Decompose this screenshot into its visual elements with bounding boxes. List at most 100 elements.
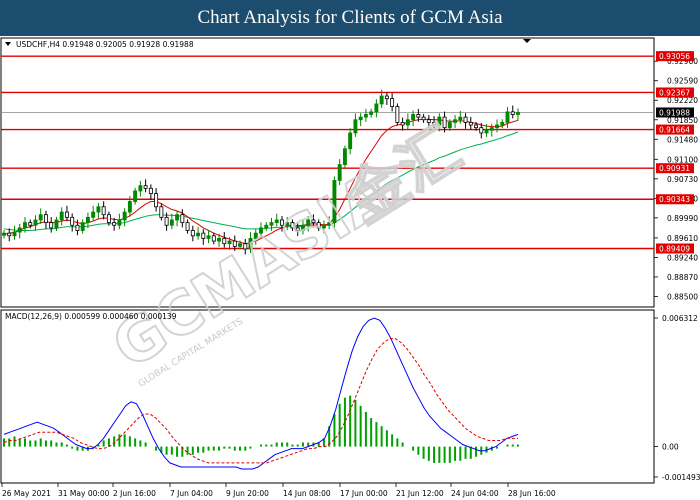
candle-body [390,98,395,107]
candle-body [211,235,216,242]
price-tick-label-6: 0.90730 [667,175,698,184]
macd-histogram [3,395,519,463]
candle-body [348,132,353,150]
candle-body [405,119,410,126]
candle-body [112,222,117,226]
candle-body [453,119,458,123]
level-label-3: 0.90931 [659,164,690,173]
candle-body [143,185,148,189]
time-tick-label-5: 14 Jun 08:00 [283,489,331,498]
candle-body [2,232,6,236]
price-chart: GCMASIA 金汇 GLOBAL CAPITAL MARKETS 0.9296… [0,37,700,498]
candle-body [12,231,17,237]
price-tick-label-12: 0.88500 [667,292,698,301]
price-tick-label-8: 0.89990 [667,214,698,223]
candle-body [379,95,384,105]
candle-body [59,211,64,221]
price-tick-label-4: 0.91480 [667,135,698,144]
macd-tick-label-0: 0.006312 [662,314,698,323]
candle-body [33,219,38,226]
candle-body [70,216,75,226]
candle-body [495,124,499,129]
candle-body [468,121,473,126]
candle-body [358,116,363,121]
candle-body [117,219,122,226]
candle-body [23,222,27,229]
macd-axis: 0.006312 0.00 -0.001493 [654,314,700,482]
candle-body [180,214,185,224]
time-tick-label-2: 2 Jun 16:00 [113,489,156,498]
candle-body [463,116,468,123]
candle-body [7,232,12,237]
candle-body [64,211,69,218]
candle-body [442,116,447,129]
candle-body [138,185,143,192]
candle-body [54,219,59,229]
candle-body [175,214,180,221]
candle-body [222,238,227,245]
candle-body [101,206,106,216]
main-panel-frame [0,37,655,308]
time-tick-label-8: 24 Jun 04:00 [451,489,499,498]
level-label-2: 0.91664 [659,126,690,135]
candle-body [159,206,164,218]
candle-body [516,111,520,115]
candle-body [489,127,494,131]
header-dropdown-icon[interactable] [5,42,11,46]
level-label-5: 0.89409 [659,245,690,254]
candle-body [148,187,153,194]
candle-body [190,230,195,237]
candle-body [169,219,174,226]
time-tick-label-0: 26 May 2021 [2,489,51,498]
candle-body [91,211,96,218]
candle-body [164,216,169,226]
candle-body [447,121,452,129]
candle-body [133,190,138,202]
candle-body [416,114,421,118]
candle-body [479,127,484,134]
candle-body [75,224,80,231]
candle-body [28,222,33,226]
time-axis: 26 May 2021 31 May 00:00 2 Jun 16:00 7 Jun … [1,483,556,498]
price-tick-label-1: 0.92590 [667,77,698,86]
candle-body [185,222,190,231]
candle-body [384,95,389,100]
current-price-label: 0.91988 [659,108,690,117]
candle-body [106,214,111,224]
macd-signal-line [3,338,518,464]
candle-body [353,119,358,134]
candle-body [484,129,489,134]
price-tick-label-5: 0.91100 [667,155,698,164]
candle-body [217,238,221,242]
candle-body [374,103,379,113]
candle-body [411,114,416,121]
candle-body [17,227,22,233]
candle-body [49,222,54,229]
time-tick-label-1: 31 May 00:00 [58,489,110,498]
time-tick-label-4: 9 Jun 20:00 [226,489,269,498]
macd-header: MACD(12,26,9) 0.000599 0.000460 0.000139 [5,312,177,321]
candle-body [122,211,127,221]
chart-title: Chart Analysis for Clients of GCM Asia [0,0,700,36]
price-tick-label-9: 0.89610 [667,234,698,243]
candle-body [206,235,211,239]
candle-body [154,193,159,208]
candle-body [127,201,132,213]
watermark: GCMASIA 金汇 GLOBAL CAPITAL MARKETS [100,113,474,389]
level-label-4: 0.90343 [659,195,690,204]
macd-panel-frame [0,309,655,484]
candle-body [395,106,400,123]
candle-body [201,232,206,239]
shift-marker-icon [523,39,531,43]
macd-tick-label-2: -0.001493 [662,473,700,482]
price-tick-label-10: 0.89240 [667,253,698,262]
candle-body [421,116,426,121]
candle-body [96,206,101,213]
candle-body [38,214,43,221]
candle-body [400,121,405,126]
candle-body [474,124,478,129]
price-tick-label-2: 0.92220 [667,96,698,105]
candle-body [85,216,90,224]
candle-body [510,111,515,115]
macd-tick-label-1: 0.00 [662,443,679,452]
